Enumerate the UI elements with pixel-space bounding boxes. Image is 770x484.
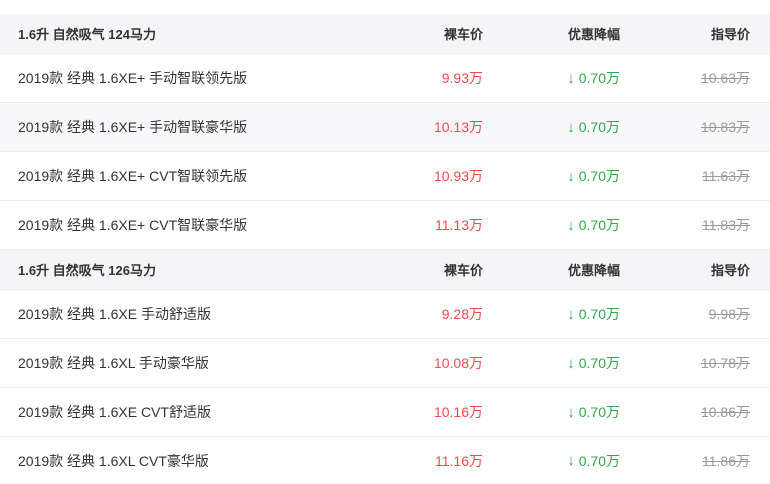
model-name[interactable]: 2019款 经典 1.6XE+ CVT智联领先版 [18, 152, 247, 200]
model-name[interactable]: 2019款 经典 1.6XE+ 手动智联豪华版 [18, 103, 247, 151]
model-name[interactable]: 2019款 经典 1.6XE 手动舒适版 [18, 290, 211, 338]
discount: ↓ 0.70万 [567, 388, 620, 436]
guide-price-column-header: 指导价 [710, 263, 750, 278]
table-row[interactable]: 2019款 经典 1.6XE+ CVT智联领先版 10.93万 ↓ 0.70万 1… [0, 152, 770, 201]
group-header: 1.6升 自然吸气 126马力 裸车价 优惠降幅 指导价 [0, 250, 770, 290]
table-row[interactable]: 2019款 经典 1.6XE CVT舒适版 10.16万 ↓ 0.70万 10.8… [0, 388, 770, 437]
bare-price: 11.13万 [435, 217, 483, 233]
discount: ↓ 0.70万 [567, 290, 620, 338]
model-name[interactable]: 2019款 经典 1.6XL CVT豪华版 [18, 437, 209, 484]
discount: ↓ 0.70万 [567, 339, 620, 387]
discount-column-header: 优惠降幅 [567, 27, 620, 42]
table-row[interactable]: 2019款 经典 1.6XL CVT豪华版 11.16万 ↓ 0.70万 11.8… [0, 437, 770, 484]
discount: ↓ 0.70万 [567, 54, 620, 102]
bare-price-column-header: 裸车价 [443, 263, 483, 278]
discount-value: 0.70万 [578, 355, 620, 371]
model-name[interactable]: 2019款 经典 1.6XL 手动豪华版 [18, 339, 209, 387]
bare-price-column-header: 裸车价 [443, 27, 483, 42]
discount: ↓ 0.70万 [567, 201, 620, 249]
discount-column-header: 优惠降幅 [567, 263, 620, 278]
guide-price: 11.83万 [702, 217, 750, 233]
engine-spec-title: 1.6升 自然吸气 126马力 [18, 263, 156, 278]
guide-price: 9.98万 [708, 306, 750, 322]
discount-value: 0.70万 [578, 70, 620, 86]
guide-price-column-header: 指导价 [710, 27, 750, 42]
guide-price: 10.78万 [700, 355, 750, 371]
discount-value: 0.70万 [578, 306, 620, 322]
model-name[interactable]: 2019款 经典 1.6XE CVT舒适版 [18, 388, 211, 436]
discount: ↓ 0.70万 [567, 103, 620, 151]
down-arrow-icon: ↓ [567, 216, 575, 234]
price-table: 1.6升 自然吸气 124马力 裸车价 优惠降幅 指导价 2019款 经典 1.… [0, 0, 770, 484]
bare-price: 9.93万 [441, 70, 483, 86]
guide-price: 10.63万 [700, 70, 750, 86]
guide-price: 11.63万 [702, 168, 750, 184]
discount-value: 0.70万 [578, 452, 620, 469]
table-row[interactable]: 2019款 经典 1.6XL 手动豪华版 10.08万 ↓ 0.70万 10.78… [0, 339, 770, 388]
guide-price: 10.86万 [700, 404, 750, 420]
discount-value: 0.70万 [578, 168, 620, 184]
discount-value: 0.70万 [578, 404, 620, 420]
engine-spec-title: 1.6升 自然吸气 124马力 [18, 27, 156, 42]
table-row[interactable]: 2019款 经典 1.6XE+ 手动智联豪华版 10.13万 ↓ 0.70万 10… [0, 103, 770, 152]
table-row[interactable]: 2019款 经典 1.6XE+ CVT智联豪华版 11.13万 ↓ 0.70万 1… [0, 201, 770, 250]
model-name[interactable]: 2019款 经典 1.6XE+ CVT智联豪华版 [18, 201, 247, 249]
down-arrow-icon: ↓ [567, 403, 575, 421]
group-header: 1.6升 自然吸气 124马力 裸车价 优惠降幅 指导价 [0, 14, 770, 54]
down-arrow-icon: ↓ [567, 167, 575, 185]
down-arrow-icon: ↓ [567, 354, 575, 372]
discount: ↓ 0.70万 [567, 152, 620, 200]
table-row[interactable]: 2019款 经典 1.6XE 手动舒适版 9.28万 ↓ 0.70万 9.98万 [0, 290, 770, 339]
down-arrow-icon: ↓ [567, 305, 575, 323]
guide-price: 11.86万 [702, 452, 750, 469]
bare-price: 10.08万 [433, 355, 483, 371]
bare-price: 10.93万 [433, 168, 483, 184]
bare-price: 10.13万 [433, 119, 483, 135]
guide-price: 10.83万 [700, 119, 750, 135]
down-arrow-icon: ↓ [567, 118, 575, 136]
discount-value: 0.70万 [578, 217, 620, 233]
discount: ↓ 0.70万 [567, 437, 620, 484]
down-arrow-icon: ↓ [567, 69, 575, 87]
table-row[interactable]: 2019款 经典 1.6XE+ 手动智联领先版 9.93万 ↓ 0.70万 10.… [0, 54, 770, 103]
bare-price: 11.16万 [435, 452, 483, 469]
model-name[interactable]: 2019款 经典 1.6XE+ 手动智联领先版 [18, 54, 247, 102]
discount-value: 0.70万 [578, 119, 620, 135]
bare-price: 9.28万 [441, 306, 483, 322]
down-arrow-icon: ↓ [567, 452, 575, 469]
bare-price: 10.16万 [433, 404, 483, 420]
